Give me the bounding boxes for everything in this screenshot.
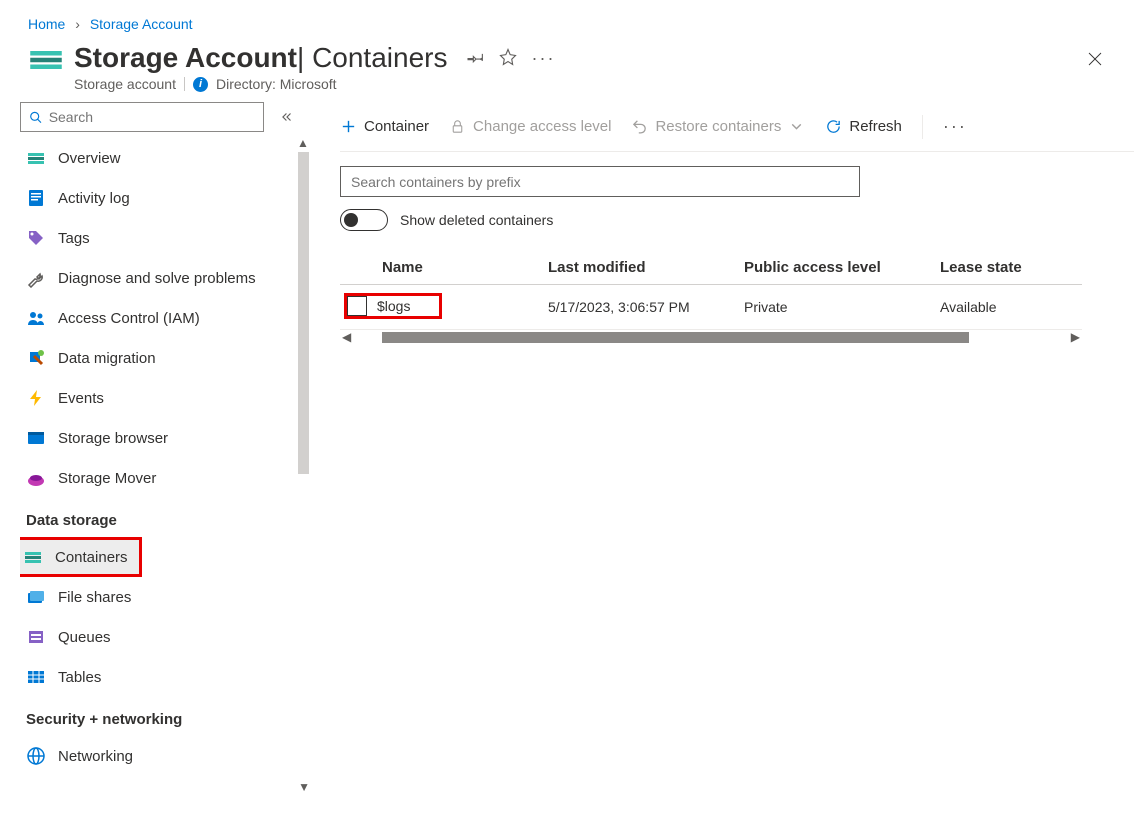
table-row[interactable]: $logs 5/17/2023, 3:06:57 PM Private Avai… xyxy=(340,285,1082,330)
restore-button: Restore containers xyxy=(631,118,805,135)
migration-icon xyxy=(26,348,46,368)
breadcrumb-home[interactable]: Home xyxy=(28,16,65,32)
sidebar-item-events[interactable]: Events xyxy=(20,378,292,418)
sidebar-item-tables[interactable]: Tables xyxy=(20,657,292,697)
resource-kind: Storage account xyxy=(74,76,176,92)
sidebar-item-diagnose[interactable]: Diagnose and solve problems xyxy=(20,258,292,298)
search-icon xyxy=(29,110,43,125)
queue-icon xyxy=(26,627,46,647)
table-icon xyxy=(26,667,46,687)
sidebar-section-security: Security + networking xyxy=(20,697,292,736)
row-name: $logs xyxy=(377,298,410,314)
toolbar-more-icon[interactable]: ··· xyxy=(943,116,967,137)
more-icon[interactable]: ··· xyxy=(531,48,555,69)
browser-icon xyxy=(26,428,46,448)
sidebar-item-networking[interactable]: Networking xyxy=(20,736,292,776)
storage-icon xyxy=(26,148,46,168)
lock-icon xyxy=(449,118,466,135)
undo-icon xyxy=(631,118,648,135)
breadcrumb-storage-account[interactable]: Storage Account xyxy=(90,16,193,32)
refresh-icon xyxy=(825,118,842,135)
people-icon xyxy=(26,308,46,328)
mover-icon xyxy=(26,468,46,488)
info-icon: i xyxy=(193,77,208,92)
change-access-button: Change access level xyxy=(449,118,611,135)
show-deleted-label: Show deleted containers xyxy=(400,212,553,228)
add-container-button[interactable]: Container xyxy=(340,118,429,135)
lightning-icon xyxy=(26,388,46,408)
page-header: Storage Account| Containers ··· Storage … xyxy=(0,42,1134,102)
star-icon[interactable] xyxy=(499,48,517,69)
tag-icon xyxy=(26,228,46,248)
log-icon xyxy=(26,188,46,208)
chevron-right-icon: › xyxy=(75,16,80,32)
chevron-down-icon xyxy=(788,118,805,135)
breadcrumb: Home › Storage Account xyxy=(0,0,1134,42)
refresh-button[interactable]: Refresh xyxy=(825,118,902,135)
row-access: Private xyxy=(744,299,940,315)
sidebar-item-storage-browser[interactable]: Storage browser xyxy=(20,418,292,458)
sidebar-search-input[interactable] xyxy=(49,109,255,125)
sidebar-scrollbar[interactable]: ▲ xyxy=(294,134,312,474)
sidebar-item-overview[interactable]: Overview xyxy=(20,138,292,178)
page-title: Storage Account| Containers xyxy=(74,42,447,74)
sidebar-item-data-migration[interactable]: Data migration xyxy=(20,338,292,378)
sidebar-section-data-storage: Data storage xyxy=(20,498,292,537)
close-button[interactable] xyxy=(1086,42,1114,71)
containers-table: Name Last modified Public access level L… xyxy=(340,251,1082,344)
pin-icon[interactable] xyxy=(467,48,485,69)
sidebar: ▲ Overview Activity log Tags Diagnose an… xyxy=(0,102,310,800)
globe-icon xyxy=(26,746,46,766)
main-content: Container Change access level Restore co… xyxy=(310,102,1134,800)
sidebar-item-storage-mover[interactable]: Storage Mover xyxy=(20,458,292,498)
col-access[interactable]: Public access level xyxy=(744,259,940,276)
sidebar-search[interactable] xyxy=(20,102,264,132)
sidebar-item-containers[interactable]: Containers xyxy=(20,537,142,577)
directory-label: Directory: Microsoft xyxy=(216,76,337,92)
search-prefix-input[interactable] xyxy=(340,166,860,197)
storage-account-icon xyxy=(28,42,64,78)
wrench-icon xyxy=(26,268,46,288)
table-horizontal-scrollbar[interactable]: ◀ ▶ xyxy=(340,330,1082,344)
collapse-sidebar-button[interactable] xyxy=(272,102,302,132)
file-share-icon xyxy=(26,587,46,607)
sidebar-scroll-down[interactable]: ▼ xyxy=(298,780,310,794)
chevron-double-left-icon xyxy=(280,110,294,124)
plus-icon xyxy=(340,118,357,135)
sidebar-item-tags[interactable]: Tags xyxy=(20,218,292,258)
container-icon xyxy=(23,547,43,567)
toolbar: Container Change access level Restore co… xyxy=(340,102,1134,152)
show-deleted-toggle[interactable] xyxy=(340,209,388,231)
sidebar-item-file-shares[interactable]: File shares xyxy=(20,577,292,617)
col-lease[interactable]: Lease state xyxy=(940,259,1082,276)
row-lease: Available xyxy=(940,299,1082,315)
row-modified: 5/17/2023, 3:06:57 PM xyxy=(548,299,744,315)
row-checkbox[interactable] xyxy=(347,296,367,316)
col-modified[interactable]: Last modified xyxy=(548,259,744,276)
sidebar-item-activity-log[interactable]: Activity log xyxy=(20,178,292,218)
sidebar-item-queues[interactable]: Queues xyxy=(20,617,292,657)
sidebar-item-iam[interactable]: Access Control (IAM) xyxy=(20,298,292,338)
col-name[interactable]: Name xyxy=(382,259,548,276)
